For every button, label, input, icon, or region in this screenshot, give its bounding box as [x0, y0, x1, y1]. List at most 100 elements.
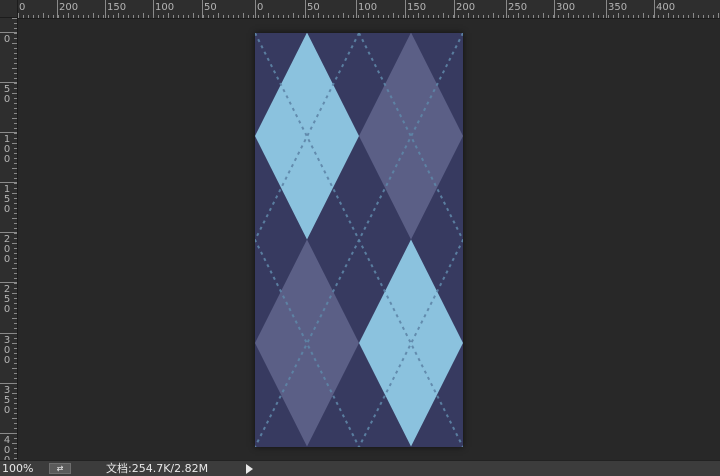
ruler-minor-tick: [708, 15, 709, 18]
ruler-minor-tick: [14, 313, 17, 314]
ruler-origin-corner[interactable]: [0, 0, 18, 18]
ruler-minor-tick: [14, 323, 17, 324]
ruler-minor-tick: [14, 203, 17, 204]
ruler-minor-tick: [12, 393, 17, 394]
ruler-minor-tick: [14, 358, 17, 359]
ruler-minor-tick: [713, 15, 714, 18]
ruler-minor-tick: [638, 15, 639, 18]
ruler-minor-tick: [483, 15, 484, 18]
ruler-minor-tick: [398, 15, 399, 18]
ruler-minor-tick: [14, 88, 17, 89]
ruler-minor-tick: [368, 13, 369, 18]
ruler-minor-tick: [14, 273, 17, 274]
ruler-minor-tick: [628, 15, 629, 18]
ruler-minor-tick: [12, 343, 17, 344]
vertical-ruler[interactable]: 0 50 100 150 200 250 300 350 400: [0, 18, 18, 460]
ruler-minor-tick: [14, 178, 17, 179]
ruler-minor-tick: [558, 15, 559, 18]
ruler-minor-tick: [18, 13, 19, 18]
ruler-minor-tick: [388, 15, 389, 18]
ruler-minor-tick: [12, 143, 17, 144]
ruler-minor-tick: [553, 15, 554, 18]
ruler-minor-tick: [443, 13, 444, 18]
ruler-minor-tick: [253, 15, 254, 18]
ruler-minor-tick: [698, 15, 699, 18]
ruler-minor-tick: [14, 328, 17, 329]
ruler-minor-tick: [528, 15, 529, 18]
ruler-minor-tick: [663, 15, 664, 18]
ruler-minor-tick: [523, 15, 524, 18]
ruler-minor-tick: [14, 153, 17, 154]
horizontal-ruler[interactable]: 0 200 150 100 50 0 50 100 150 200 250 300 350 400: [18, 0, 720, 19]
ruler-minor-tick: [148, 15, 149, 18]
ruler-minor-tick: [14, 133, 17, 134]
ruler-minor-tick: [14, 208, 17, 209]
ruler-label: 200: [3, 234, 11, 265]
ruler-minor-tick: [358, 15, 359, 18]
ruler-minor-tick: [323, 15, 324, 18]
ruler-minor-tick: [12, 43, 17, 44]
ruler-minor-tick: [503, 15, 504, 18]
ruler-label: 100: [3, 134, 11, 165]
ruler-minor-tick: [153, 15, 154, 18]
ruler-label: 250: [3, 284, 11, 315]
ruler-minor-tick: [428, 15, 429, 18]
ruler-minor-tick: [168, 13, 169, 18]
ruler-minor-tick: [208, 15, 209, 18]
ruler-minor-tick: [14, 298, 17, 299]
ruler-major-tick: [554, 0, 555, 18]
ruler-minor-tick: [14, 278, 17, 279]
ruler-minor-tick: [218, 13, 219, 18]
ruler-minor-tick: [14, 188, 17, 189]
ruler-minor-tick: [14, 113, 17, 114]
status-bar: 100% ⇄ 文档:254.7K/2.82M: [0, 460, 720, 476]
ruler-minor-tick: [78, 15, 79, 18]
ruler-minor-tick: [14, 453, 17, 454]
play-arrow-icon[interactable]: [246, 464, 253, 474]
ruler-minor-tick: [38, 15, 39, 18]
ruler-minor-tick: [12, 418, 17, 419]
ruler-minor-tick: [14, 238, 17, 239]
ruler-minor-tick: [12, 68, 17, 69]
ruler-minor-tick: [14, 173, 17, 174]
ruler-minor-tick: [14, 38, 17, 39]
ruler-minor-tick: [12, 18, 17, 19]
ruler-minor-tick: [408, 15, 409, 18]
ruler-minor-tick: [308, 15, 309, 18]
ruler-minor-tick: [14, 263, 17, 264]
ruler-minor-tick: [14, 233, 17, 234]
zoom-level[interactable]: 100%: [2, 462, 44, 475]
view-toggle-icon[interactable]: ⇄: [49, 463, 71, 474]
ruler-major-tick: [105, 0, 106, 18]
ruler-minor-tick: [543, 13, 544, 18]
ruler-label: 300: [3, 335, 11, 366]
ruler-minor-tick: [14, 433, 17, 434]
ruler-minor-tick: [283, 15, 284, 18]
ruler-label: 300: [556, 2, 576, 13]
ruler-minor-tick: [12, 118, 17, 119]
ruler-label: 50: [204, 2, 217, 13]
ruler-minor-tick: [133, 15, 134, 18]
ruler-minor-tick: [263, 15, 264, 18]
ruler-minor-tick: [633, 15, 634, 18]
ruler-minor-tick: [703, 15, 704, 18]
ruler-minor-tick: [328, 15, 329, 18]
ruler-minor-tick: [273, 15, 274, 18]
ruler-minor-tick: [128, 15, 129, 18]
ruler-minor-tick: [43, 13, 44, 18]
ruler-minor-tick: [108, 15, 109, 18]
ruler-minor-tick: [14, 403, 17, 404]
document-canvas[interactable]: [255, 33, 463, 447]
ruler-minor-tick: [12, 218, 17, 219]
ruler-minor-tick: [258, 15, 259, 18]
ruler-minor-tick: [623, 15, 624, 18]
ruler-minor-tick: [673, 15, 674, 18]
ruler-minor-tick: [598, 15, 599, 18]
ruler-minor-tick: [28, 15, 29, 18]
ruler-minor-tick: [14, 128, 17, 129]
ruler-minor-tick: [138, 15, 139, 18]
ruler-minor-tick: [268, 13, 269, 18]
ruler-minor-tick: [383, 15, 384, 18]
ruler-minor-tick: [58, 15, 59, 18]
ruler-minor-tick: [68, 13, 69, 18]
